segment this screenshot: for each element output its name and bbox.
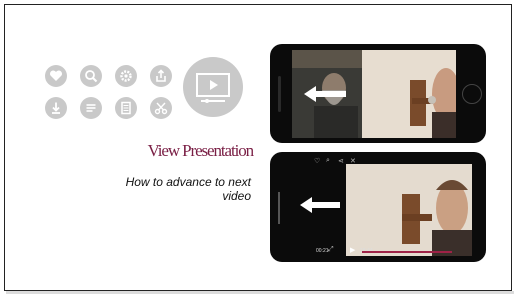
heart-icon-small[interactable]: ♡: [314, 157, 320, 165]
play-icon[interactable]: ▶: [350, 246, 355, 254]
slide-shadow: [6, 291, 514, 294]
seek-bar[interactable]: [362, 251, 452, 253]
heart-icon[interactable]: [45, 65, 67, 87]
speaker-grille: [278, 76, 281, 112]
time-elapsed: 00:21: [316, 248, 329, 254]
phone-screenshot-landscape: [270, 44, 486, 143]
download-icon[interactable]: [45, 97, 67, 119]
share-icon-small[interactable]: ⋖: [338, 157, 344, 165]
fullscreen-icon[interactable]: ⤢: [328, 246, 334, 254]
video-frame: [346, 164, 472, 256]
gear-icon[interactable]: [115, 65, 137, 87]
home-button: [462, 84, 482, 104]
volume-slider[interactable]: [278, 192, 280, 224]
play-screen-icon[interactable]: [183, 57, 243, 117]
list-icon[interactable]: [80, 97, 102, 119]
share-icon[interactable]: [150, 65, 172, 87]
arrow-left-icon: [300, 197, 340, 213]
search-icon-small[interactable]: ⌕: [326, 157, 330, 165]
subtitle: How to advance to next video: [125, 175, 251, 203]
notes-icon[interactable]: [115, 97, 137, 119]
scissors-icon[interactable]: [150, 97, 172, 119]
phone-screenshot-player: ♡ ⌕ ⋖ ✕ 00:21 ⤢ ▶ 18:44: [270, 152, 486, 262]
arrow-left-icon: [304, 86, 346, 102]
search-icon[interactable]: [80, 65, 102, 87]
page-title: View Presentation: [147, 141, 254, 160]
